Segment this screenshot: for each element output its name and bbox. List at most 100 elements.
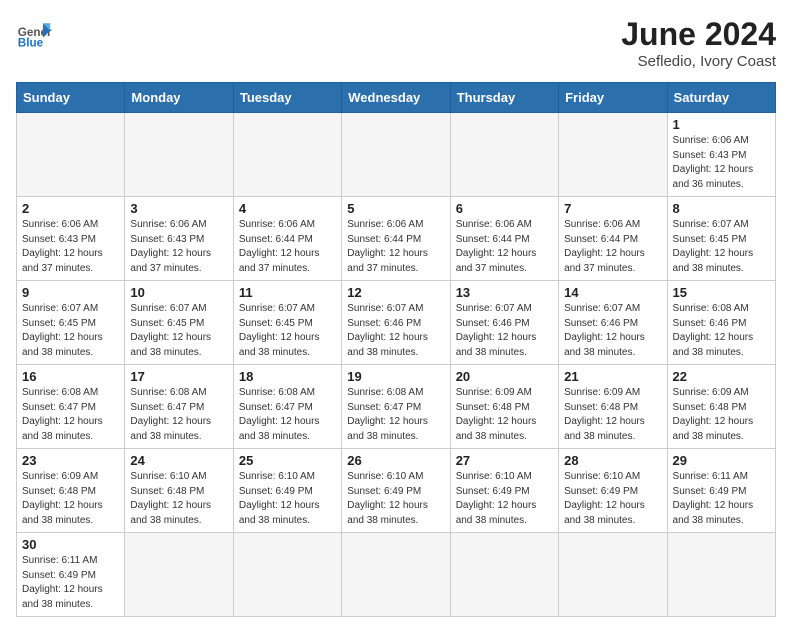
day-cell: 9 Sunrise: 6:07 AM Sunset: 6:45 PM Daylig… <box>17 281 125 365</box>
day-cell <box>233 533 341 617</box>
day-info: Sunrise: 6:08 AM Sunset: 6:47 PM Dayligh… <box>239 386 336 444</box>
day-info: Sunrise: 6:09 AM Sunset: 6:48 PM Dayligh… <box>456 386 553 444</box>
week-row-3: 9 Sunrise: 6:07 AM Sunset: 6:45 PM Daylig… <box>17 281 776 365</box>
day-cell <box>667 533 775 617</box>
day-info: Sunrise: 6:06 AM Sunset: 6:44 PM Dayligh… <box>239 218 336 276</box>
week-row-1: 1 Sunrise: 6:06 AM Sunset: 6:43 PM Daylig… <box>17 113 776 197</box>
day-number: 18 <box>239 369 336 384</box>
day-info: Sunrise: 6:06 AM Sunset: 6:44 PM Dayligh… <box>456 218 553 276</box>
day-cell: 3 Sunrise: 6:06 AM Sunset: 6:43 PM Daylig… <box>125 197 233 281</box>
day-number: 30 <box>22 537 119 552</box>
day-cell: 22 Sunrise: 6:09 AM Sunset: 6:48 PM Dayli… <box>667 365 775 449</box>
logo-icon: General Blue <box>16 16 52 52</box>
day-number: 1 <box>673 117 770 132</box>
day-cell: 23 Sunrise: 6:09 AM Sunset: 6:48 PM Dayli… <box>17 449 125 533</box>
day-number: 16 <box>22 369 119 384</box>
title-block: June 2024 Sefledio, Ivory Coast <box>621 16 776 70</box>
day-cell: 27Sunrise: 6:10 AM Sunset: 6:49 PM Dayli… <box>450 449 558 533</box>
day-number: 6 <box>456 201 553 216</box>
day-info: Sunrise: 6:08 AM Sunset: 6:47 PM Dayligh… <box>130 386 227 444</box>
svg-text:Blue: Blue <box>18 37 44 50</box>
day-info: Sunrise: 6:11 AM Sunset: 6:49 PM Dayligh… <box>22 554 119 612</box>
day-number: 29 <box>673 453 770 468</box>
weekday-header-wednesday: Wednesday <box>342 83 450 113</box>
day-cell: 2 Sunrise: 6:06 AM Sunset: 6:43 PM Daylig… <box>17 197 125 281</box>
day-number: 28 <box>564 453 661 468</box>
day-cell: 20 Sunrise: 6:09 AM Sunset: 6:48 PM Dayli… <box>450 365 558 449</box>
day-cell <box>17 113 125 197</box>
day-cell <box>450 533 558 617</box>
day-cell: 19Sunrise: 6:08 AM Sunset: 6:47 PM Dayli… <box>342 365 450 449</box>
day-cell: 7 Sunrise: 6:06 AM Sunset: 6:44 PM Daylig… <box>559 197 667 281</box>
day-cell: 30 Sunrise: 6:11 AM Sunset: 6:49 PM Dayli… <box>17 533 125 617</box>
day-number: 7 <box>564 201 661 216</box>
day-cell: 4Sunrise: 6:06 AM Sunset: 6:44 PM Daylig… <box>233 197 341 281</box>
logo: General Blue <box>16 16 52 52</box>
day-cell <box>559 113 667 197</box>
day-info: Sunrise: 6:07 AM Sunset: 6:46 PM Dayligh… <box>564 302 661 360</box>
day-info: Sunrise: 6:08 AM Sunset: 6:46 PM Dayligh… <box>673 302 770 360</box>
day-cell: 14Sunrise: 6:07 AM Sunset: 6:46 PM Dayli… <box>559 281 667 365</box>
day-number: 22 <box>673 369 770 384</box>
day-cell <box>233 113 341 197</box>
day-cell: 16 Sunrise: 6:08 AM Sunset: 6:47 PM Dayli… <box>17 365 125 449</box>
day-number: 2 <box>22 201 119 216</box>
day-cell <box>125 533 233 617</box>
day-number: 10 <box>130 285 227 300</box>
day-info: Sunrise: 6:07 AM Sunset: 6:45 PM Dayligh… <box>130 302 227 360</box>
header: General Blue June 2024 Sefledio, Ivory C… <box>16 16 776 70</box>
day-cell <box>125 113 233 197</box>
day-info: Sunrise: 6:07 AM Sunset: 6:46 PM Dayligh… <box>347 302 444 360</box>
weekday-header-sunday: Sunday <box>17 83 125 113</box>
day-number: 13 <box>456 285 553 300</box>
day-cell <box>559 533 667 617</box>
day-cell: 10 Sunrise: 6:07 AM Sunset: 6:45 PM Dayli… <box>125 281 233 365</box>
day-info: Sunrise: 6:10 AM Sunset: 6:49 PM Dayligh… <box>347 470 444 528</box>
day-number: 17 <box>130 369 227 384</box>
day-number: 23 <box>22 453 119 468</box>
day-info: Sunrise: 6:07 AM Sunset: 6:45 PM Dayligh… <box>239 302 336 360</box>
day-info: Sunrise: 6:08 AM Sunset: 6:47 PM Dayligh… <box>22 386 119 444</box>
day-info: Sunrise: 6:10 AM Sunset: 6:49 PM Dayligh… <box>239 470 336 528</box>
day-number: 11 <box>239 285 336 300</box>
day-cell: 15 Sunrise: 6:08 AM Sunset: 6:46 PM Dayli… <box>667 281 775 365</box>
day-info: Sunrise: 6:09 AM Sunset: 6:48 PM Dayligh… <box>22 470 119 528</box>
day-cell: 21Sunrise: 6:09 AM Sunset: 6:48 PM Dayli… <box>559 365 667 449</box>
weekday-header-saturday: Saturday <box>667 83 775 113</box>
weekday-header-monday: Monday <box>125 83 233 113</box>
day-info: Sunrise: 6:06 AM Sunset: 6:43 PM Dayligh… <box>130 218 227 276</box>
day-cell: 25 Sunrise: 6:10 AM Sunset: 6:49 PM Dayli… <box>233 449 341 533</box>
day-cell: 24Sunrise: 6:10 AM Sunset: 6:48 PM Dayli… <box>125 449 233 533</box>
day-info: Sunrise: 6:06 AM Sunset: 6:43 PM Dayligh… <box>22 218 119 276</box>
day-info: Sunrise: 6:06 AM Sunset: 6:44 PM Dayligh… <box>564 218 661 276</box>
day-cell: 12Sunrise: 6:07 AM Sunset: 6:46 PM Dayli… <box>342 281 450 365</box>
weekday-header-friday: Friday <box>559 83 667 113</box>
day-info: Sunrise: 6:06 AM Sunset: 6:44 PM Dayligh… <box>347 218 444 276</box>
day-number: 26 <box>347 453 444 468</box>
day-cell: 26 Sunrise: 6:10 AM Sunset: 6:49 PM Dayli… <box>342 449 450 533</box>
day-number: 8 <box>673 201 770 216</box>
month-year-title: June 2024 <box>621 16 776 53</box>
day-cell: 28 Sunrise: 6:10 AM Sunset: 6:49 PM Dayli… <box>559 449 667 533</box>
day-info: Sunrise: 6:08 AM Sunset: 6:47 PM Dayligh… <box>347 386 444 444</box>
weekday-header-tuesday: Tuesday <box>233 83 341 113</box>
day-info: Sunrise: 6:09 AM Sunset: 6:48 PM Dayligh… <box>673 386 770 444</box>
day-info: Sunrise: 6:06 AM Sunset: 6:43 PM Dayligh… <box>673 134 770 192</box>
day-number: 27 <box>456 453 553 468</box>
day-number: 21 <box>564 369 661 384</box>
day-info: Sunrise: 6:10 AM Sunset: 6:48 PM Dayligh… <box>130 470 227 528</box>
day-number: 20 <box>456 369 553 384</box>
day-info: Sunrise: 6:10 AM Sunset: 6:49 PM Dayligh… <box>564 470 661 528</box>
day-info: Sunrise: 6:07 AM Sunset: 6:45 PM Dayligh… <box>673 218 770 276</box>
day-number: 9 <box>22 285 119 300</box>
day-cell: 8 Sunrise: 6:07 AM Sunset: 6:45 PM Daylig… <box>667 197 775 281</box>
day-cell: 13Sunrise: 6:07 AM Sunset: 6:46 PM Dayli… <box>450 281 558 365</box>
day-cell: 1 Sunrise: 6:06 AM Sunset: 6:43 PM Daylig… <box>667 113 775 197</box>
day-number: 25 <box>239 453 336 468</box>
day-info: Sunrise: 6:07 AM Sunset: 6:45 PM Dayligh… <box>22 302 119 360</box>
day-number: 15 <box>673 285 770 300</box>
day-cell: 18 Sunrise: 6:08 AM Sunset: 6:47 PM Dayli… <box>233 365 341 449</box>
day-number: 3 <box>130 201 227 216</box>
weekday-header-thursday: Thursday <box>450 83 558 113</box>
day-cell: 11 Sunrise: 6:07 AM Sunset: 6:45 PM Dayli… <box>233 281 341 365</box>
